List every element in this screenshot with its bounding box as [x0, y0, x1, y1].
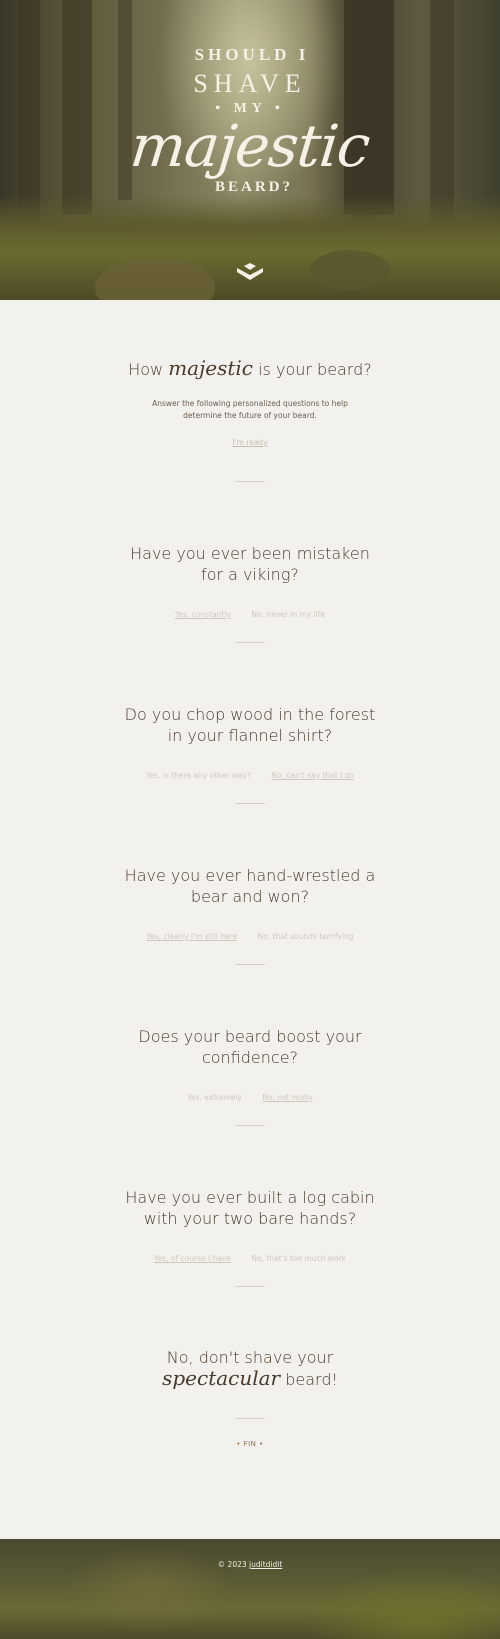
question-3: Have you ever hand-wrestled a bear and w… — [0, 865, 500, 941]
author-link[interactable]: juditdidit — [249, 1560, 282, 1569]
intro-title-pre: How — [128, 360, 164, 379]
answer-no-link[interactable]: No, never in my life — [251, 610, 325, 619]
section-divider — [235, 964, 265, 965]
answer-no-link[interactable]: No, that's too much work — [251, 1254, 346, 1263]
hero-title-line-2: SHAVE — [193, 69, 307, 98]
question-1: Have you ever been mistaken for a viking… — [0, 543, 500, 619]
answer-options: Yes, extremely No, not really — [0, 1093, 500, 1102]
answer-options: Yes, clearly I'm still here No, that sou… — [0, 932, 500, 941]
fin-label: • FIN • — [236, 1440, 264, 1448]
intro-title-post: is your beard? — [258, 360, 372, 379]
intro-title: How majestic is your beard? — [100, 358, 400, 380]
section-divider — [235, 642, 265, 643]
chevron-down-icon[interactable] — [237, 263, 263, 281]
answer-yes-link[interactable]: Yes, extremely — [187, 1093, 242, 1102]
mossy-rock — [310, 250, 390, 290]
answer-yes-link[interactable]: Yes, clearly I'm still here — [147, 932, 238, 941]
answer-options: Yes, constantly No, never in my life — [0, 610, 500, 619]
result-line-2: beard! — [285, 1370, 338, 1389]
section-divider — [235, 1286, 265, 1287]
hero-title-line-5: BEARD? — [214, 179, 293, 195]
footer-copyright: © 2023 juditdidit — [0, 1560, 500, 1569]
answer-yes-link[interactable]: Yes, of course I have — [154, 1254, 231, 1263]
question-4: Does your beard boost your confidence? Y… — [0, 1026, 500, 1102]
question-5: Have you ever built a log cabin with you… — [0, 1187, 500, 1263]
im-ready-link[interactable]: I'm ready — [232, 438, 267, 447]
question-2: Do you chop wood in the forest in your f… — [0, 704, 500, 780]
copyright-text: © 2023 — [217, 1560, 247, 1569]
section-divider — [235, 1125, 265, 1126]
forest-floor — [0, 195, 500, 300]
hero-logo-title: SHOULD I SHAVE • MY • majestic BEARD? — [0, 45, 500, 196]
section-divider — [235, 481, 265, 482]
question-title: Have you ever hand-wrestled a bear and w… — [124, 866, 376, 906]
answer-options: Yes, of course I have No, that's too muc… — [0, 1254, 500, 1263]
question-title: Do you chop wood in the forest in your f… — [124, 705, 376, 745]
hero-title-line-1: SHOULD I — [194, 45, 310, 64]
result-title: No, don't shave your spectacular beard! — [120, 1347, 380, 1390]
answer-yes-link[interactable]: Yes, is there any other way? — [146, 771, 251, 780]
intro-title-script: majestic — [168, 356, 254, 380]
hero-title-script: majestic — [127, 112, 373, 180]
question-title: Have you ever built a log cabin with you… — [125, 1188, 375, 1228]
question-title: Have you ever been mistaken for a viking… — [130, 544, 370, 584]
answer-yes-link[interactable]: Yes, constantly — [175, 610, 231, 619]
hero-banner: SHOULD I SHAVE • MY • majestic BEARD? — [0, 0, 500, 300]
section-divider — [235, 803, 265, 804]
question-title: Does your beard boost your confidence? — [138, 1027, 362, 1067]
answer-no-link[interactable]: No, that sounds terrifying — [258, 932, 354, 941]
intro-description: Answer the following personalized questi… — [152, 399, 348, 420]
answer-no-link[interactable]: No, not really — [262, 1093, 312, 1102]
intro-section: How majestic is your beard? Answer the f… — [0, 358, 500, 449]
answer-options: Yes, is there any other way? No, can't s… — [0, 771, 500, 780]
result-script-word: spectacular — [162, 1366, 281, 1390]
result-section: No, don't shave your spectacular beard! — [0, 1347, 500, 1390]
answer-no-link[interactable]: No, can't say that I do — [271, 771, 354, 780]
result-line-1: No, don't shave your — [166, 1348, 334, 1367]
section-divider — [235, 1418, 265, 1419]
footer: © 2023 juditdidit — [0, 1539, 500, 1639]
